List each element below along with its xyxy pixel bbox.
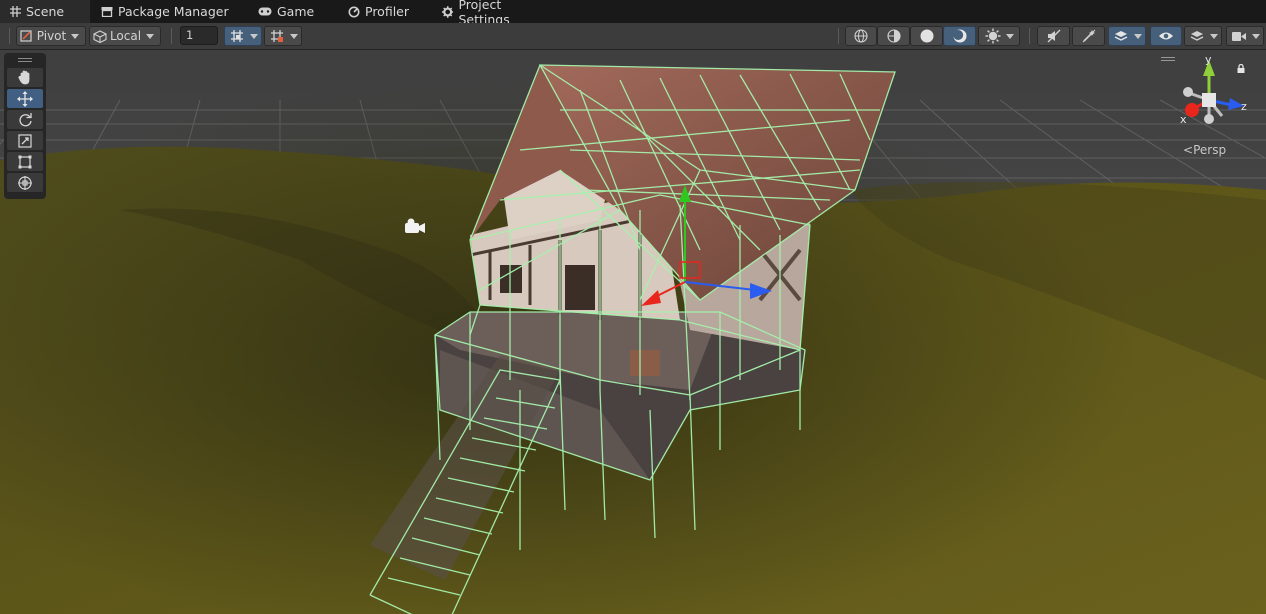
- scale-tool-button[interactable]: [7, 131, 43, 150]
- increment-snap-icon: [271, 30, 283, 42]
- projection-toggle[interactable]: <Persp: [1183, 143, 1226, 157]
- transform-tool-button[interactable]: [7, 173, 43, 192]
- gear-icon: [442, 5, 454, 18]
- hand-tool-button[interactable]: [7, 68, 43, 87]
- tab-scene[interactable]: Scene: [0, 0, 90, 23]
- effects-toggle[interactable]: [1072, 26, 1105, 46]
- axis-y-label: y: [1205, 53, 1212, 66]
- toolbar-separator: [838, 28, 839, 44]
- tab-label: Scene: [26, 4, 65, 19]
- lit-sphere-icon: [952, 29, 966, 43]
- grid-icon: [10, 6, 21, 17]
- scene-viewport[interactable]: y z x <Persp: [0, 50, 1266, 614]
- profiler-icon: [348, 6, 360, 17]
- snap-increment-input[interactable]: 1: [180, 26, 218, 45]
- overlay-menu-handle-line: [1161, 60, 1175, 61]
- chevron-down-icon: [71, 34, 79, 39]
- layers-icon: [1190, 31, 1204, 41]
- toolbar-separator: [1029, 28, 1030, 44]
- tab-label: Game: [277, 4, 315, 19]
- tab-game[interactable]: Game: [248, 0, 328, 23]
- shaded-wireframe-button[interactable]: [877, 26, 910, 46]
- axis-z-label: z: [1241, 100, 1247, 113]
- shaded-sphere-icon: [920, 29, 933, 43]
- chevron-down-icon: [146, 34, 154, 39]
- chevron-down-icon: [1252, 34, 1260, 39]
- gamepad-icon: [258, 7, 272, 16]
- rect-transform-icon: [18, 155, 32, 168]
- sun-icon: [985, 28, 1001, 44]
- rotate-icon: [18, 113, 32, 127]
- rotate-tool-button[interactable]: [7, 110, 43, 129]
- tab-profiler[interactable]: Profiler: [338, 0, 420, 23]
- tab-bar: Scene Package Manager Game Profiler Proj…: [0, 0, 1266, 27]
- chevron-down-icon: [1134, 34, 1142, 39]
- layers-visibility-icon: [1114, 31, 1128, 41]
- audio-toggle[interactable]: [1037, 26, 1070, 46]
- overlay-menu-handle[interactable]: [1161, 57, 1175, 58]
- tab-project-settings[interactable]: Project Settings: [432, 0, 562, 27]
- tab-label: Package Manager: [118, 4, 229, 19]
- chevron-left-icon: <: [1183, 143, 1194, 157]
- tab-package-manager[interactable]: Package Manager: [91, 0, 239, 23]
- shaded-button[interactable]: [910, 26, 943, 46]
- projection-label: Persp: [1193, 143, 1227, 157]
- transform-icon: [18, 175, 32, 190]
- toolbar-separator: [171, 28, 172, 44]
- audio-mute-icon: [1047, 29, 1060, 43]
- shaded-wire-sphere-icon: [886, 29, 901, 43]
- camera-icon: [1232, 31, 1246, 41]
- hidden-objects-toggle[interactable]: [1150, 26, 1182, 46]
- panel-grip-line: [18, 61, 32, 62]
- wireframe-shading-button[interactable]: [845, 26, 877, 46]
- tab-label: Profiler: [365, 4, 410, 19]
- pivot-label: Pivot: [36, 29, 67, 43]
- eye-icon: [1159, 32, 1173, 40]
- grid-snap-icon: [231, 30, 243, 42]
- axis-x-label: x: [1180, 113, 1187, 126]
- chevron-down-icon: [1210, 34, 1218, 39]
- package-icon: [101, 7, 113, 17]
- chevron-down-icon: [250, 34, 258, 39]
- lock-icon[interactable]: [1237, 64, 1245, 73]
- effects-icon: [1082, 29, 1095, 43]
- chevron-down-icon: [1006, 34, 1014, 39]
- move-tool-button[interactable]: [7, 89, 43, 108]
- pivot-icon: [20, 30, 32, 42]
- local-label: Local: [109, 29, 142, 43]
- lit-shading-button[interactable]: [943, 26, 976, 46]
- scale-icon: [18, 133, 32, 148]
- toolbar-grip: [9, 28, 10, 44]
- panel-grip[interactable]: [18, 58, 32, 59]
- wireframe-sphere-icon: [854, 29, 868, 43]
- scene-render: [0, 50, 1266, 614]
- hand-icon: [18, 70, 30, 85]
- local-cube-icon: [93, 29, 107, 43]
- tools-overlay: [4, 53, 46, 199]
- chevron-down-icon: [290, 34, 298, 39]
- move-arrows-icon: [17, 90, 33, 107]
- rect-tool-button[interactable]: [7, 152, 43, 171]
